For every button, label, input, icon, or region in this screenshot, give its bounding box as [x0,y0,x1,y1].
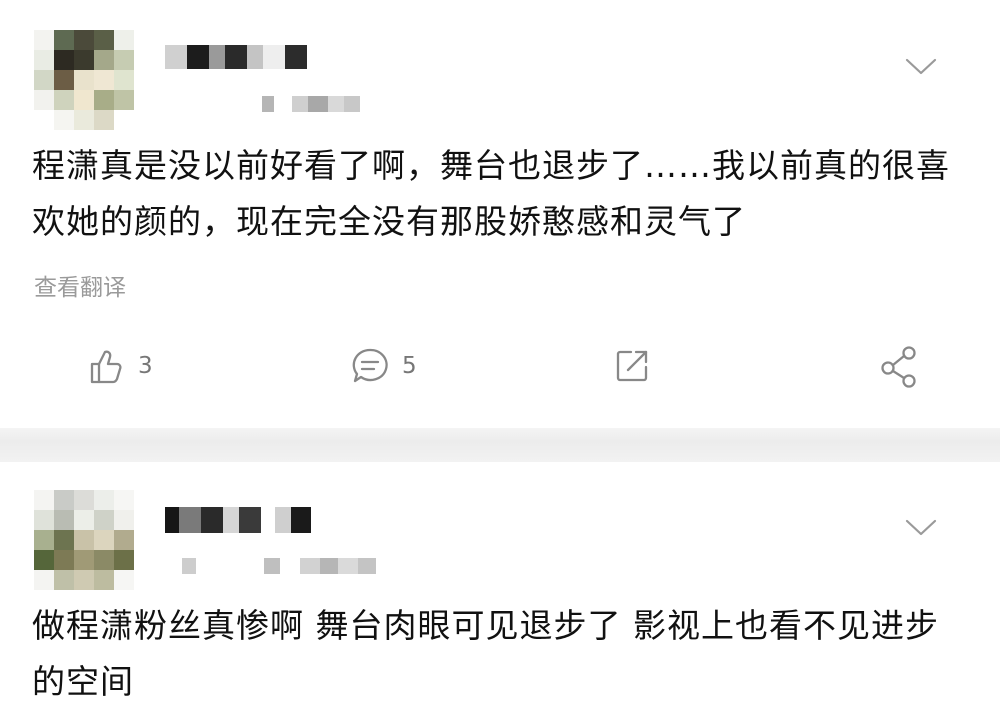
avatar[interactable] [34,30,134,130]
share-button[interactable] [878,336,922,396]
username[interactable] [165,45,315,69]
comment-card: 做程潇粉丝真惨啊 舞台肉眼可见退步了 影视上也看不见进步的空间 [0,462,1000,726]
action-bar: 3 5 [0,336,1000,396]
translate-link[interactable]: 查看翻译 [34,268,126,302]
chevron-down-icon[interactable] [904,518,938,538]
comment-text: 程潇真是没以前好看了啊，舞台也退步了……我以前真的很喜欢她的颜的，现在完全没有那… [32,146,950,241]
post-meta [262,96,362,112]
comment-card: 程潇真是没以前好看了啊，舞台也退步了……我以前真的很喜欢她的颜的，现在完全没有那… [0,0,1000,428]
section-divider [0,428,1000,462]
avatar[interactable] [34,490,134,590]
comment-bubble-icon [352,348,388,383]
share-icon [881,346,916,388]
comment-count: 5 [402,353,417,379]
comment-text: 做程潇粉丝真惨啊 舞台肉眼可见退步了 影视上也看不见进步的空间 [32,606,939,701]
thumbs-up-icon [90,350,122,384]
like-button[interactable]: 3 [86,336,153,396]
post-meta [182,558,392,574]
weibo-comment-feed: 程潇真是没以前好看了啊，舞台也退步了……我以前真的很喜欢她的颜的，现在完全没有那… [0,0,1000,726]
comment-button[interactable]: 5 [350,336,417,396]
chevron-down-icon[interactable] [904,57,938,77]
repost-button[interactable] [612,336,652,396]
repost-icon [616,350,648,382]
username[interactable] [165,507,315,533]
like-count: 3 [138,353,153,379]
